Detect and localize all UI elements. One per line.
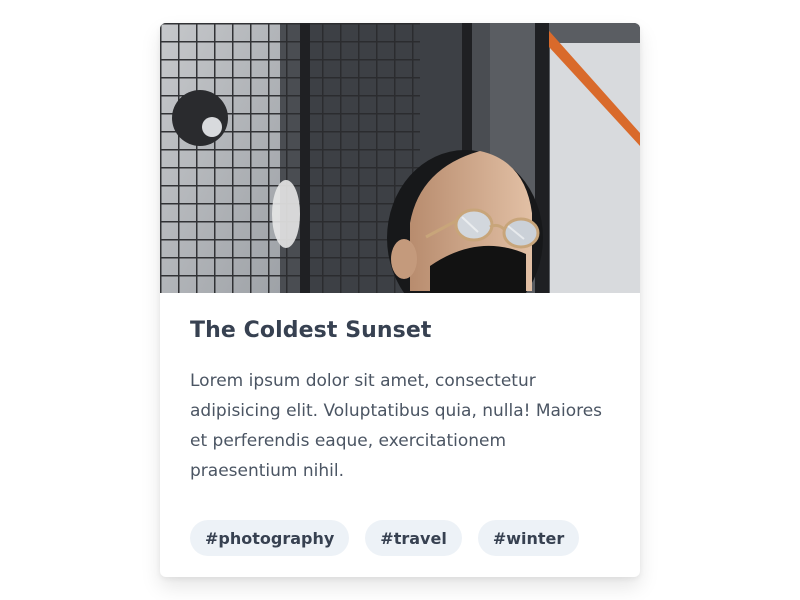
tag-winter[interactable]: #winter xyxy=(477,520,580,556)
content-card: The Coldest Sunset Lorem ipsum dolor sit… xyxy=(160,23,640,577)
card-content: The Coldest Sunset Lorem ipsum dolor sit… xyxy=(190,315,610,486)
card-title: The Coldest Sunset xyxy=(190,318,432,343)
tag-travel[interactable]: #travel xyxy=(365,520,462,556)
card-image xyxy=(160,23,640,293)
tag-photography[interactable]: #photography xyxy=(190,520,350,556)
photo-illustration xyxy=(160,23,640,293)
card-description: Lorem ipsum dolor sit amet, consectetur … xyxy=(190,371,603,481)
tag-list: #photography #travel #winter xyxy=(190,520,580,556)
